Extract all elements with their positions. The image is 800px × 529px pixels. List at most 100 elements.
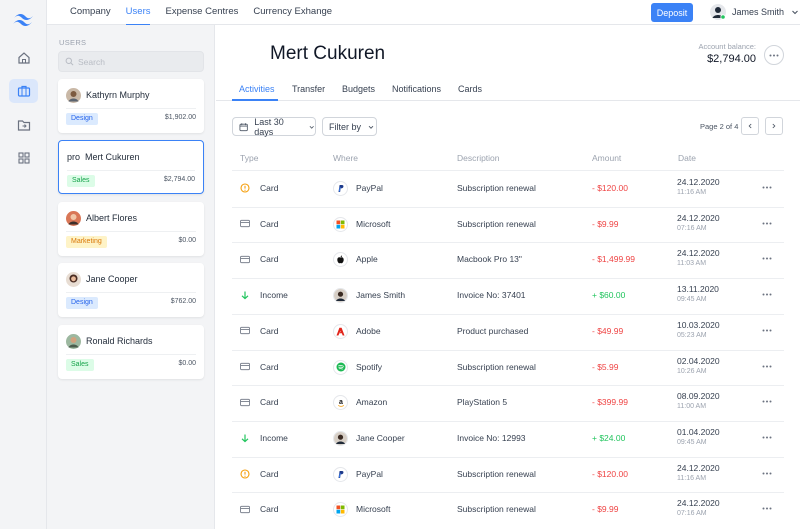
row-actions-button[interactable] xyxy=(762,252,772,263)
column-header-description: Description xyxy=(457,153,500,163)
department-badge: Design xyxy=(66,113,98,125)
tab-notifications[interactable]: Notifications xyxy=(392,84,441,94)
user-card-ronald-richards[interactable]: Ronald Richards Sales $0.00 xyxy=(58,325,204,379)
filter-by-select[interactable]: Filter by xyxy=(322,117,377,136)
income-arrow-icon xyxy=(240,290,250,300)
row-actions-button[interactable] xyxy=(762,360,772,371)
search-input[interactable] xyxy=(78,56,188,67)
table-row[interactable]: Card PayPal Subscription renewal - $120.00 2… xyxy=(232,457,784,493)
divider xyxy=(66,354,196,355)
avatar xyxy=(66,87,81,103)
transaction-where: Apple xyxy=(356,254,378,265)
ellipsis-icon xyxy=(762,329,772,332)
transaction-type: Card xyxy=(260,397,279,408)
topnav-currency-exchange[interactable]: Currency Exhange xyxy=(253,0,332,25)
user-card-kathyrn-murphy[interactable]: Kathyrn Murphy Design $1,902.00 xyxy=(58,79,204,133)
transaction-where: PayPal xyxy=(356,468,383,479)
nav-home-icon[interactable] xyxy=(9,46,38,70)
apple-icon xyxy=(333,252,348,268)
row-actions-button[interactable] xyxy=(762,502,772,513)
divider xyxy=(66,292,196,293)
row-actions-button[interactable] xyxy=(762,288,772,299)
row-actions-button[interactable] xyxy=(762,181,772,192)
transaction-time: 11:00 AM xyxy=(677,403,707,411)
tab-budgets[interactable]: Budgets xyxy=(342,84,375,94)
next-page-button[interactable] xyxy=(765,117,783,135)
page-title: Mert Cukuren xyxy=(270,43,386,64)
transaction-amount: - $5.99 xyxy=(592,361,619,372)
card-icon xyxy=(240,362,250,372)
transaction-description: Subscription renewal xyxy=(457,218,536,229)
nav-folder-icon[interactable] xyxy=(9,113,38,137)
chevron-left-icon xyxy=(748,123,752,129)
previous-page-button[interactable] xyxy=(741,117,759,135)
table-row[interactable]: Card Microsoft Subscription renewal - $9.99… xyxy=(232,492,784,528)
user-menu[interactable]: James Smith xyxy=(710,4,800,20)
transaction-amount: - $9.99 xyxy=(592,504,619,515)
table-row[interactable]: Income James Smith Invoice No: 37401 + $60.… xyxy=(232,278,784,314)
transaction-time: 07:16 AM xyxy=(677,510,707,518)
user-card-jane-cooper[interactable]: Jane Cooper Design $762.00 xyxy=(58,263,204,317)
nav-grid-icon[interactable] xyxy=(9,146,38,170)
table-row[interactable]: Card Microsoft Subscription renewal - $9.99… xyxy=(232,207,784,243)
department-badge: Marketing xyxy=(66,236,107,248)
table-row[interactable]: Income Jane Cooper Invoice No: 12993 + $24.… xyxy=(232,421,784,457)
transaction-amount: - $1,499.99 xyxy=(592,254,636,265)
svg-text:a: a xyxy=(339,399,343,406)
table-row[interactable]: Card Adobe Product purchased - $49.99 10.03.… xyxy=(232,314,784,350)
row-actions-button[interactable] xyxy=(762,467,772,478)
transaction-type: Income xyxy=(260,432,288,443)
topnav-users[interactable]: Users xyxy=(125,0,150,26)
card-icon xyxy=(240,397,250,407)
paypal-icon xyxy=(333,181,348,196)
user-card-albert-flores[interactable]: Albert Flores Marketing $0.00 xyxy=(58,202,204,256)
transaction-type: Card xyxy=(260,325,279,336)
pagination-info: Page 2 of 4 xyxy=(700,122,739,131)
transaction-type: Income xyxy=(260,290,288,301)
transaction-date: 10.03.2020 xyxy=(677,319,720,330)
tab-cards[interactable]: Cards xyxy=(458,84,482,94)
deposit-button[interactable]: Deposit xyxy=(651,3,693,22)
transaction-time: 11:03 AM xyxy=(677,260,707,268)
table-row[interactable]: Card Spotify Subscription renewal - $5.99 02… xyxy=(232,350,784,386)
user-balance: $0.00 xyxy=(178,237,196,244)
nav-briefcase-icon[interactable] xyxy=(9,79,38,103)
row-actions-button[interactable] xyxy=(762,217,772,228)
chevron-down-icon xyxy=(309,125,314,129)
row-actions-button[interactable] xyxy=(762,431,772,442)
table-row[interactable]: Card a Amazon PlayStation 5 - $399.99 08.09.2… xyxy=(232,385,784,421)
department-badge: Design xyxy=(66,297,98,309)
column-header-amount: Amount xyxy=(592,153,622,163)
avatar-initials: pro xyxy=(67,152,81,162)
period-select-label: Last 30 days xyxy=(254,116,284,137)
transaction-description: Product purchased xyxy=(457,325,529,336)
avatar xyxy=(66,210,81,226)
tab-transfer[interactable]: Transfer xyxy=(292,84,325,94)
table-row[interactable]: Card Apple Macbook Pro 13" - $1,499.99 24.12… xyxy=(232,242,784,278)
table-row[interactable]: Card PayPal Subscription renewal - $120.00 2… xyxy=(232,171,784,207)
divider xyxy=(67,170,195,171)
transaction-date: 24.12.2020 xyxy=(677,248,720,259)
column-header-where: Where xyxy=(333,153,359,163)
topnav-expense-centres[interactable]: Expense Centres xyxy=(165,0,238,25)
topnav-company[interactable]: Company xyxy=(70,0,111,25)
period-select[interactable]: Last 30 days xyxy=(232,116,316,137)
more-options-button[interactable] xyxy=(764,45,784,65)
row-actions-button[interactable] xyxy=(762,324,772,335)
user-balance: $0.00 xyxy=(178,360,196,367)
ellipsis-icon xyxy=(762,507,772,510)
search-box[interactable] xyxy=(58,51,204,72)
card-icon xyxy=(240,504,250,514)
app-logo-icon[interactable] xyxy=(12,11,34,29)
transaction-amount: - $9.99 xyxy=(592,218,619,229)
transaction-time: 10:26 AM xyxy=(677,367,707,375)
transaction-where: Jane Cooper xyxy=(356,432,405,443)
transaction-amount: - $399.99 xyxy=(592,397,628,408)
transaction-type: Card xyxy=(260,504,279,515)
transaction-type: Card xyxy=(260,361,279,372)
transaction-description: Invoice No: 37401 xyxy=(457,290,526,301)
user-card-mert-cukuren[interactable]: pro Mert Cukuren Sales $2,794.00 xyxy=(58,140,204,194)
tab-activities[interactable]: Activities xyxy=(239,84,275,94)
transaction-time: 11:16 AM xyxy=(677,189,707,196)
row-actions-button[interactable] xyxy=(762,395,772,406)
